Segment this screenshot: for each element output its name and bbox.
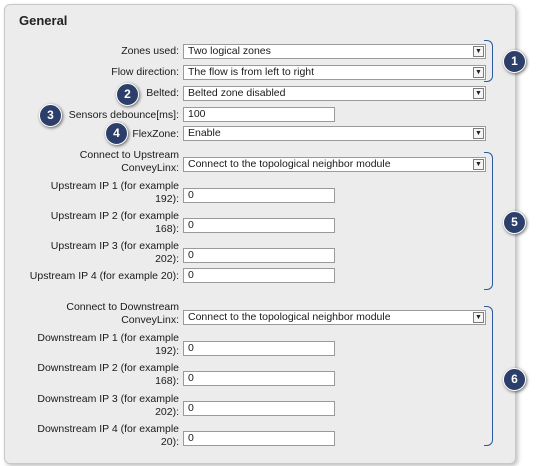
- upstream-ip4-label: Upstream IP 4 (for example 20):: [29, 270, 179, 282]
- upstream-ip3-input[interactable]: 0: [183, 248, 335, 263]
- downstream-ip4-label: Downstream IP 4 (for example 20):: [37, 423, 179, 448]
- chevron-down-icon[interactable]: ▼: [473, 46, 484, 57]
- zones-used-value: Two logical zones: [188, 45, 271, 57]
- callout-badge-1: 1: [503, 50, 526, 73]
- downstream-ip2-input[interactable]: 0: [183, 371, 335, 386]
- belted-label: Belted:: [146, 87, 179, 99]
- callout-bracket-1: [484, 40, 493, 82]
- upstream-ip3-label: Upstream IP 3 (for example 202):: [50, 240, 179, 265]
- downstream-ip2-label: Downstream IP 2 (for example 168):: [37, 362, 179, 387]
- callout-badge-2: 2: [116, 83, 139, 106]
- connect-upstream-select[interactable]: Connect to the topological neighbor modu…: [183, 157, 486, 172]
- zones-used-select[interactable]: Two logical zones ▼: [183, 44, 486, 59]
- connect-downstream-label: Connect to Downstream ConveyLinx:: [66, 301, 179, 326]
- flexzone-label: FlexZone:: [132, 128, 179, 140]
- downstream-ip1-label: Downstream IP 1 (for example 192):: [37, 332, 179, 357]
- upstream-ip2-label: Upstream IP 2 (for example 168):: [50, 210, 179, 235]
- panel-title: General: [19, 13, 68, 28]
- callout-badge-3: 3: [39, 104, 62, 127]
- connect-downstream-select[interactable]: Connect to the topological neighbor modu…: [183, 310, 486, 325]
- flexzone-value: Enable: [188, 127, 221, 139]
- flow-direction-value: The flow is from left to right: [188, 66, 315, 78]
- downstream-ip3-label: Downstream IP 3 (for example 202):: [37, 393, 179, 418]
- chevron-down-icon[interactable]: ▼: [473, 312, 484, 323]
- belted-select[interactable]: Belted zone disabled ▼: [183, 86, 486, 101]
- downstream-ip4-input[interactable]: 0: [183, 431, 335, 446]
- zones-used-label: Zones used:: [121, 45, 179, 57]
- downstream-ip1-input[interactable]: 0: [183, 341, 335, 356]
- flexzone-select[interactable]: Enable ▼: [183, 126, 486, 141]
- callout-badge-4: 4: [105, 122, 128, 145]
- callout-badge-6: 6: [503, 368, 526, 391]
- chevron-down-icon[interactable]: ▼: [473, 67, 484, 78]
- downstream-ip3-input[interactable]: 0: [183, 401, 335, 416]
- belted-value: Belted zone disabled: [188, 87, 286, 99]
- callout-bracket-6: [484, 306, 493, 446]
- chevron-down-icon[interactable]: ▼: [473, 128, 484, 139]
- chevron-down-icon[interactable]: ▼: [473, 88, 484, 99]
- callout-badge-5: 5: [503, 211, 526, 234]
- sensors-debounce-label: Sensors debounce[ms]:: [68, 109, 179, 121]
- upstream-ip4-input[interactable]: 0: [183, 268, 335, 283]
- connect-upstream-value: Connect to the topological neighbor modu…: [188, 158, 391, 170]
- flow-direction-label: Flow direction:: [111, 66, 179, 78]
- flow-direction-select[interactable]: The flow is from left to right ▼: [183, 65, 486, 80]
- sensors-debounce-input[interactable]: 100: [183, 107, 335, 122]
- callout-bracket-5: [484, 152, 493, 290]
- connect-upstream-label: Connect to Upstream ConveyLinx:: [79, 149, 179, 174]
- upstream-ip1-input[interactable]: 0: [183, 188, 335, 203]
- upstream-ip2-input[interactable]: 0: [183, 218, 335, 233]
- chevron-down-icon[interactable]: ▼: [473, 159, 484, 170]
- upstream-ip1-label: Upstream IP 1 (for example 192):: [50, 180, 179, 205]
- connect-downstream-value: Connect to the topological neighbor modu…: [188, 311, 391, 323]
